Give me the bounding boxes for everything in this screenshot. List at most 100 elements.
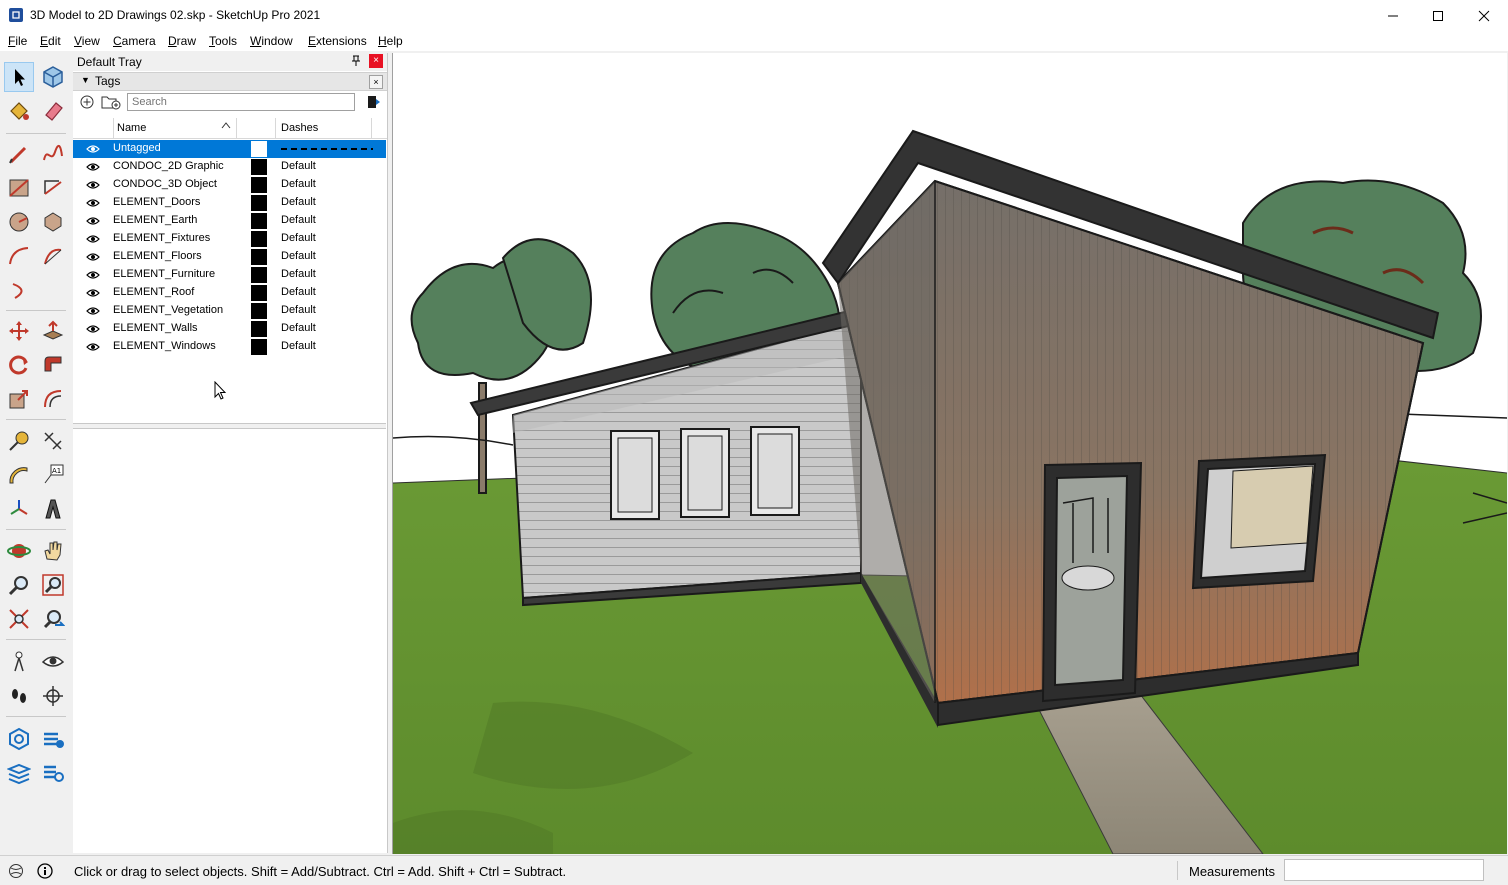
tag-name[interactable]: ELEMENT_Vegetation (113, 304, 223, 316)
tag-row[interactable]: ELEMENT_Earth Default (73, 212, 386, 230)
two-point-arc-button[interactable] (38, 241, 68, 271)
tape-measure-button[interactable] (4, 426, 34, 456)
text-tool-button[interactable]: A1 (38, 460, 68, 490)
arc-tool-button[interactable] (4, 241, 34, 271)
geolocation-icon[interactable] (8, 863, 24, 882)
axes-tool-button[interactable] (4, 494, 34, 524)
extension-warehouse-button[interactable] (38, 724, 68, 754)
tag-row[interactable]: ELEMENT_Windows Default (73, 338, 386, 356)
zoom-tool-button[interactable] (4, 570, 34, 600)
visibility-eye-icon[interactable] (86, 179, 100, 193)
dashes-column-header[interactable]: Dashes (281, 122, 318, 134)
tag-color-swatch[interactable] (251, 177, 267, 193)
three-point-arc-button[interactable] (4, 275, 34, 305)
close-window-button[interactable] (1461, 0, 1507, 31)
tag-color-swatch[interactable] (251, 213, 267, 229)
extension-manager-button[interactable] (38, 758, 68, 788)
tag-name[interactable]: CONDOC_3D Object (113, 178, 217, 190)
menu-window[interactable]: Window (250, 34, 293, 48)
protractor-button[interactable] (4, 460, 34, 490)
tag-color-swatch[interactable] (251, 285, 267, 301)
sort-ascending-icon[interactable] (221, 121, 231, 132)
position-camera-button[interactable] (4, 647, 34, 677)
tag-color-swatch[interactable] (251, 159, 267, 175)
make-component-button[interactable] (38, 62, 68, 92)
details-menu-icon[interactable] (367, 95, 381, 112)
menu-draw[interactable]: Draw (168, 34, 196, 48)
zoom-window-button[interactable] (38, 570, 68, 600)
layout-send-button[interactable] (4, 758, 34, 788)
tag-row[interactable]: ELEMENT_Vegetation Default (73, 302, 386, 320)
visibility-eye-icon[interactable] (86, 251, 100, 265)
eraser-button[interactable] (38, 96, 68, 126)
tag-name[interactable]: ELEMENT_Earth (113, 214, 197, 226)
tag-dashes[interactable]: Default (281, 160, 316, 172)
tag-color-swatch[interactable] (251, 267, 267, 283)
push-pull-button[interactable] (38, 316, 68, 346)
close-tray-button[interactable]: × (369, 54, 383, 68)
section-plane-button[interactable] (38, 681, 68, 711)
add-folder-icon[interactable] (101, 94, 121, 113)
tag-row[interactable]: ELEMENT_Walls Default (73, 320, 386, 338)
visibility-eye-icon[interactable] (86, 323, 100, 337)
tag-dashes[interactable]: Default (281, 214, 316, 226)
visibility-eye-icon[interactable] (86, 341, 100, 355)
instructor-info-icon[interactable] (37, 863, 53, 882)
follow-me-button[interactable] (38, 350, 68, 380)
tag-search-input[interactable] (127, 93, 355, 111)
visibility-eye-icon[interactable] (86, 197, 100, 211)
tag-dashes[interactable]: Default (281, 196, 316, 208)
tag-name[interactable]: ELEMENT_Walls (113, 322, 198, 334)
tag-name[interactable]: ELEMENT_Furniture (113, 268, 215, 280)
tag-row[interactable]: CONDOC_3D Object Default (73, 176, 386, 194)
pin-icon[interactable] (351, 55, 361, 69)
visibility-eye-icon[interactable] (86, 233, 100, 247)
3d-text-button[interactable] (38, 494, 68, 524)
tag-name[interactable]: ELEMENT_Doors (113, 196, 200, 208)
previous-view-button[interactable] (38, 604, 68, 634)
menu-help[interactable]: Help (378, 34, 403, 48)
tag-dashes[interactable] (281, 148, 373, 150)
minimize-button[interactable] (1370, 0, 1416, 31)
tag-dashes[interactable]: Default (281, 322, 316, 334)
tag-row[interactable]: ELEMENT_Doors Default (73, 194, 386, 212)
close-panel-icon[interactable]: × (369, 75, 383, 89)
zoom-extents-button[interactable] (4, 604, 34, 634)
tag-color-swatch[interactable] (251, 231, 267, 247)
tags-panel-header[interactable]: ▼ Tags × (73, 72, 387, 91)
rotate-tool-button[interactable] (4, 350, 34, 380)
tag-dashes[interactable]: Default (281, 178, 316, 190)
tray-splitter[interactable] (73, 423, 386, 429)
freehand-tool-button[interactable] (38, 139, 68, 169)
tag-name[interactable]: Untagged (113, 142, 161, 154)
tag-color-swatch[interactable] (251, 141, 267, 157)
select-tool-button[interactable] (4, 62, 34, 92)
tag-row[interactable]: ELEMENT_Fixtures Default (73, 230, 386, 248)
move-tool-button[interactable] (4, 316, 34, 346)
orbit-tool-button[interactable] (4, 536, 34, 566)
tag-row[interactable]: Untagged (73, 140, 386, 158)
rectangle-tool-button[interactable] (4, 173, 34, 203)
walk-tool-button[interactable] (4, 681, 34, 711)
tag-color-swatch[interactable] (251, 321, 267, 337)
menu-file[interactable]: File (8, 34, 27, 48)
visibility-eye-icon[interactable] (86, 143, 100, 157)
polygon-tool-button[interactable] (38, 207, 68, 237)
menu-camera[interactable]: Camera (113, 34, 156, 48)
name-column-header[interactable]: Name (117, 122, 146, 134)
visibility-eye-icon[interactable] (86, 161, 100, 175)
tag-name[interactable]: CONDOC_2D Graphic (113, 160, 224, 172)
rotated-rectangle-button[interactable] (38, 173, 68, 203)
maximize-button[interactable] (1415, 0, 1461, 31)
offset-tool-button[interactable] (38, 384, 68, 414)
menu-view[interactable]: View (74, 34, 100, 48)
tag-row[interactable]: CONDOC_2D Graphic Default (73, 158, 386, 176)
tag-dashes[interactable]: Default (281, 304, 316, 316)
pan-tool-button[interactable] (38, 536, 68, 566)
visibility-eye-icon[interactable] (86, 305, 100, 319)
scale-tool-button[interactable] (4, 384, 34, 414)
tag-color-swatch[interactable] (251, 303, 267, 319)
add-tag-icon[interactable] (80, 95, 94, 112)
3d-viewport[interactable] (392, 53, 1507, 854)
tag-dashes[interactable]: Default (281, 250, 316, 262)
